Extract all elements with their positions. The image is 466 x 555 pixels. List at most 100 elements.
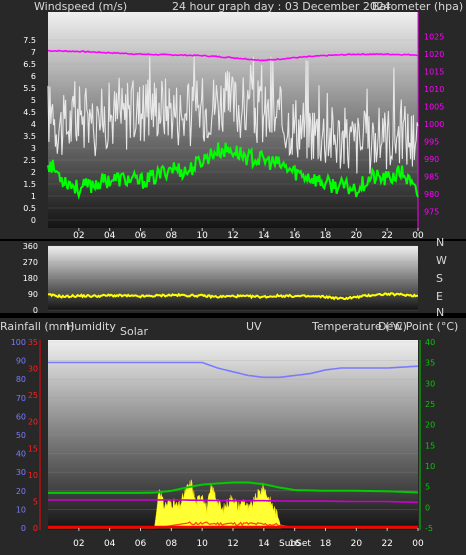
temp-axis-tick: 25 (425, 400, 435, 409)
rain-axis-tick: 35 (28, 338, 38, 347)
wind-axis-tick: 7.5 (23, 36, 36, 45)
pressure-axis-tick: 990 (424, 155, 439, 164)
direction-axis-tick: 270 (23, 258, 38, 267)
x-tick-label: 20 (351, 539, 363, 549)
humidity-axis-tick: 90 (16, 357, 26, 366)
wind-axis-tick: 6.5 (23, 60, 36, 69)
wind-axis-tick: 6 (31, 72, 36, 81)
pressure-axis-tick: 995 (424, 137, 439, 146)
x-tick-label: 18 (320, 539, 332, 549)
x-tick-label: 04 (104, 539, 116, 549)
rainfall-label: Rainfall (mm) (0, 320, 74, 333)
x-tick-label: 12 (227, 539, 238, 549)
pressure-axis-tick: 985 (424, 172, 439, 181)
wind-axis-tick: 4 (31, 120, 36, 129)
x-tick-label: 02 (73, 231, 84, 241)
direction-axis-tick: 90 (28, 290, 38, 299)
pressure-axis-tick: 1000 (424, 120, 444, 129)
humidity-axis-tick: 10 (16, 505, 26, 514)
temp-axis-tick: 15 (425, 441, 435, 450)
wind-axis-tick: 7 (31, 48, 36, 57)
pressure-axis-tick: 1015 (424, 68, 444, 77)
temp-axis-tick: 5 (425, 483, 430, 492)
x-tick-label: 12 (227, 231, 238, 241)
weather-graph: 0 0.5 1 1.5 2 2.5 3 3.5 4 4.5 5 5.5 6 6.5 7 7.5 975 980 98… (0, 0, 466, 555)
wind-axis-tick: 2.5 (23, 156, 36, 165)
pressure-axis-tick: 1010 (424, 85, 444, 94)
pressure-axis-tick: 975 (424, 207, 439, 216)
barometer-axis-title: Barometer (hpa) (372, 0, 463, 13)
x-tick-label: 10 (196, 539, 208, 549)
weather-chart-svg: 0 0.5 1 1.5 2 2.5 3 3.5 4 4.5 5 5.5 6 6.5 7 7.5 975 980 98… (0, 0, 466, 555)
rain-axis-tick: 20 (28, 418, 38, 427)
wind-axis-tick: 0 (31, 216, 36, 225)
humidity-axis-tick: 60 (16, 412, 26, 421)
compass-label: E (436, 290, 443, 303)
x-tick-label: 18 (320, 231, 332, 241)
wind-axis-tick: 2 (31, 168, 36, 177)
temp-axis-tick: 40 (425, 338, 435, 347)
wind-axis-tick: 3.5 (23, 132, 36, 141)
rain-axis-tick: 25 (28, 391, 38, 400)
pressure-axis-tick: 1020 (424, 50, 444, 59)
dewpoint-label: Dew Point (°C) (378, 320, 458, 333)
compass-label: W (436, 254, 447, 267)
humidity-axis-tick: 40 (16, 450, 26, 459)
x-tick-label: 00 (412, 539, 424, 549)
temp-axis-tick: 0 (425, 503, 430, 512)
compass-label: S (436, 272, 443, 285)
rain-axis-tick: 15 (28, 444, 38, 453)
humidity-label: Humidity (66, 320, 116, 333)
temp-axis-tick: 10 (425, 462, 435, 471)
x-tick-label: 06 (135, 539, 147, 549)
uv-label: UV (246, 320, 262, 333)
wind-axis-tick: 1 (31, 192, 36, 201)
direction-axis-tick: 0 (33, 306, 38, 315)
graph-title: 24 hour graph day : 03 December 2024 (172, 0, 391, 13)
sunset-label: SunSet (279, 539, 311, 549)
x-tick-label: 06 (135, 231, 147, 241)
temp-axis-tick: 35 (425, 359, 435, 368)
humidity-axis-tick: 50 (16, 431, 26, 440)
temp-axis-tick: -5 (425, 524, 433, 533)
x-tick-label: 20 (351, 231, 363, 241)
pressure-axis-tick: 1025 (424, 33, 444, 42)
direction-axis-tick: 360 (23, 242, 38, 251)
pressure-axis-tick: 980 (424, 190, 439, 199)
compass-label: N (436, 306, 444, 319)
x-tick-label: 08 (166, 231, 178, 241)
x-tick-label: 22 (381, 231, 392, 241)
x-tick-label: 02 (73, 539, 84, 549)
wind-axis-tick: 5.5 (23, 84, 36, 93)
pressure-axis-tick: 1005 (424, 103, 444, 112)
humidity-axis-tick: 20 (16, 487, 26, 496)
humidity-axis-tick: 0 (21, 524, 26, 533)
wind-axis-title: Windspeed (m/s) (34, 0, 127, 13)
wind-axis-tick: 3 (31, 144, 36, 153)
x-tick-label: 10 (196, 231, 208, 241)
humidity-axis-tick: 100 (11, 338, 26, 347)
humidity-axis-tick: 80 (16, 375, 26, 384)
compass-label: N (436, 236, 444, 249)
wind-axis-tick: 0.5 (23, 204, 36, 213)
rain-axis-tick: 10 (28, 471, 38, 480)
x-tick-label: 00 (412, 231, 424, 241)
wind-axis-tick: 1.5 (23, 180, 36, 189)
x-tick-label: 16 (289, 231, 301, 241)
rain-axis-tick: 0 (33, 524, 38, 533)
x-tick-label: 04 (104, 231, 116, 241)
rain-axis-tick: 5 (33, 497, 38, 506)
x-tick-label: 14 (258, 231, 270, 241)
x-tick-label: 14 (258, 539, 270, 549)
x-tick-label: 08 (166, 539, 178, 549)
temp-axis-tick: 20 (425, 421, 435, 430)
x-tick-label: 22 (381, 539, 392, 549)
rain-axis-tick: 30 (28, 365, 38, 374)
temp-axis-tick: 30 (425, 379, 435, 388)
wind-axis-tick: 4.5 (23, 108, 36, 117)
direction-axis-tick: 180 (23, 274, 38, 283)
humidity-axis-tick: 30 (16, 468, 26, 477)
humidity-axis-tick: 70 (16, 394, 26, 403)
solar-label: Solar (120, 325, 149, 338)
wind-axis-tick: 5 (31, 96, 36, 105)
